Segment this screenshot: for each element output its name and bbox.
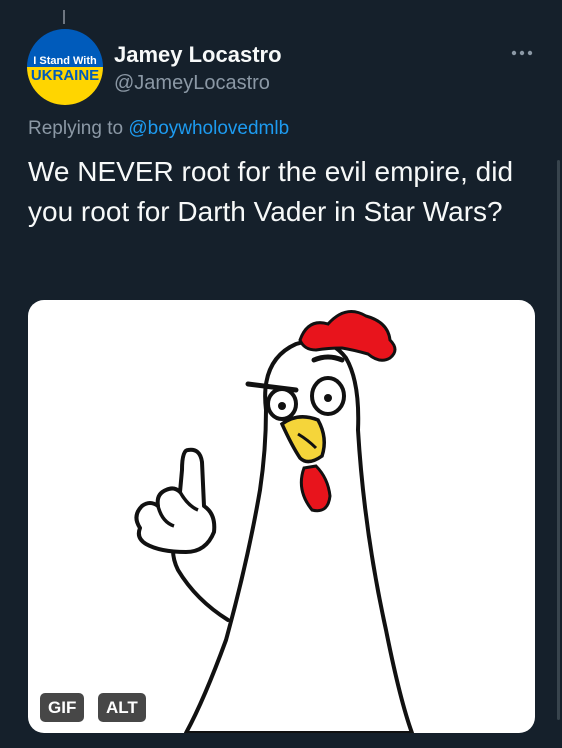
reply-mention-link[interactable]: @boywholovedmlb xyxy=(128,118,289,139)
alt-text-button[interactable]: ALT xyxy=(98,693,146,722)
ellipsis-icon xyxy=(511,50,533,56)
gif-badge: GIF xyxy=(40,693,85,722)
avatar-image: I Stand With UKRAINE xyxy=(27,29,103,105)
rooster-gif-image xyxy=(134,310,414,733)
avatar-text-line2: UKRAINE xyxy=(31,67,99,84)
author-info: Jamey Locastro @JameyLocastro xyxy=(114,42,282,96)
author-display-name[interactable]: Jamey Locastro xyxy=(114,42,282,68)
replying-to-line: Replying to @boywholovedmlb xyxy=(28,117,289,141)
tweet-text: We NEVER root for the evil empire, did y… xyxy=(28,156,514,227)
tweet-detail-view: I Stand With UKRAINE Jamey Locastro @Jam… xyxy=(0,0,562,748)
replying-to-label: Replying to xyxy=(28,118,124,139)
scrollbar[interactable] xyxy=(557,160,560,720)
avatar[interactable]: I Stand With UKRAINE xyxy=(27,29,103,105)
tweet-media-gif[interactable]: GIF ALT xyxy=(28,300,535,733)
thread-connector-line xyxy=(63,10,65,24)
more-options-button[interactable] xyxy=(507,42,537,64)
avatar-text-line1: I Stand With xyxy=(33,55,97,67)
author-handle[interactable]: @JameyLocastro xyxy=(114,70,282,96)
